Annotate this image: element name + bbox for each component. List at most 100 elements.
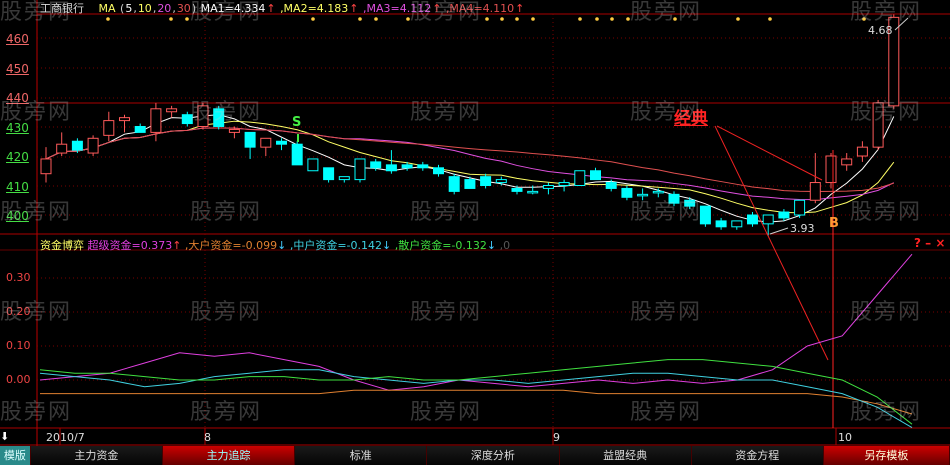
watermark: 股旁网: [0, 100, 73, 125]
candle-body: [56, 143, 68, 154]
event-dot: [768, 17, 772, 21]
candle-body: [307, 158, 319, 172]
price-tick-label: 410: [6, 179, 29, 194]
sep: ,: [172, 2, 176, 15]
tab-yimeng-classic[interactable]: 益盟经典: [559, 446, 692, 465]
candle-body: [87, 137, 99, 154]
ma-period-10: 10: [137, 2, 152, 15]
help-button[interactable]: ?: [914, 236, 921, 250]
retail-funds-value: ,散户资金=-0.132: [391, 239, 487, 252]
watermark: 股旁网: [190, 300, 263, 325]
event-dot: [610, 17, 614, 21]
watermark: 股旁网: [190, 100, 263, 125]
annotation-arrow: [716, 125, 823, 181]
candle-body: [778, 211, 790, 219]
up-arrow-icon: ↑: [515, 2, 525, 15]
candle-body: [354, 158, 366, 181]
candle-body: [825, 155, 837, 184]
extra-value: ,0: [496, 239, 511, 252]
watermark: 股旁网: [0, 200, 73, 225]
super-funds-value: 超级资金=0.373: [84, 239, 173, 252]
event-dot: [578, 17, 582, 21]
watermark: 股旁网: [630, 0, 703, 25]
candle-body: [809, 182, 821, 201]
tab-main-tracking[interactable]: 主力追踪: [162, 446, 296, 465]
watermark: 股旁网: [0, 0, 73, 25]
candle-body: [228, 128, 240, 133]
candle-body: [542, 185, 554, 189]
watermark: 股旁网: [0, 400, 73, 425]
indicator-tick-label: 0.10: [6, 339, 31, 352]
event-dot: [169, 17, 173, 21]
candle-body: [417, 164, 429, 169]
watermark: 股旁网: [0, 300, 73, 325]
watermark: 股旁网: [410, 200, 483, 225]
watermark: 股旁网: [630, 300, 703, 325]
low-price-label: 3.93: [790, 222, 815, 235]
watermark: 股旁网: [410, 400, 483, 425]
event-dot: [500, 17, 504, 21]
watermark: 股旁网: [630, 200, 703, 225]
sell-signal: S: [292, 115, 302, 130]
candle-body: [715, 220, 727, 228]
candle-body: [590, 170, 601, 181]
sep: ,: [152, 2, 157, 15]
down-arrow-icon: ↓: [486, 239, 497, 252]
candle-body: [338, 176, 350, 181]
scroll-down-icon[interactable]: ⬇: [0, 430, 9, 443]
up-arrow-icon: ↑: [266, 2, 276, 15]
event-dot: [374, 17, 378, 21]
date-label: 10: [838, 431, 852, 444]
price-tick-label: 460: [6, 32, 29, 46]
price-tick-label: 450: [6, 61, 29, 76]
up-arrow-icon: ↑: [349, 2, 359, 15]
watermark: 股旁网: [410, 300, 483, 325]
candle-body: [385, 164, 397, 172]
ma-period-30: 30: [176, 2, 191, 15]
candle-body: [652, 190, 664, 194]
watermark: 股旁网: [410, 100, 483, 125]
close-button[interactable]: ×: [935, 236, 945, 250]
annotation-arrow: [714, 125, 829, 361]
indicator-tick-label: 0.30: [6, 271, 31, 284]
watermark: 股旁网: [410, 0, 483, 25]
candle-body: [605, 182, 617, 189]
indicator-tick-label: 0.00: [6, 373, 31, 386]
candle-body: [731, 220, 743, 228]
big-funds-value: ,大户资金=-0.099: [181, 239, 278, 252]
event-dot: [106, 17, 110, 21]
candle-body: [71, 140, 83, 151]
event-dot: [531, 17, 535, 21]
minimize-button[interactable]: –: [925, 236, 931, 250]
ma-label: MA: [98, 2, 116, 15]
tab-funds-equation[interactable]: 资金方程: [691, 446, 824, 465]
candle-body: [495, 179, 507, 184]
candle-body: [244, 131, 256, 148]
candle-body: [40, 158, 52, 175]
down-arrow-icon: ↓: [277, 239, 287, 252]
candle-body: [150, 108, 162, 133]
tab-main-funds[interactable]: 主力资金: [30, 446, 163, 465]
tab-template[interactable]: 模版: [0, 446, 31, 465]
candle-body: [511, 187, 523, 192]
candle-body: [134, 126, 146, 133]
watermark: 股旁网: [190, 200, 263, 225]
watermark: 股旁网: [630, 400, 703, 425]
tab-save-template[interactable]: 另存模板: [823, 446, 950, 465]
candle-body: [448, 176, 460, 192]
ma-period-5: 5: [125, 2, 133, 15]
candle-body: [119, 117, 130, 122]
candle-body: [464, 179, 476, 189]
watermark: 股旁网: [850, 0, 923, 25]
event-dot: [595, 17, 599, 21]
candle-body: [558, 182, 570, 187]
buy-signal: B: [829, 216, 839, 231]
date-label: 2010/7: [46, 431, 85, 444]
tab-depth-analysis[interactable]: 深度分析: [427, 446, 560, 465]
candle-body: [527, 190, 539, 194]
ma-paren: (: [116, 2, 125, 15]
candle-body: [433, 167, 444, 175]
tab-standard[interactable]: 标准: [295, 446, 428, 465]
pane-controls: ? – ×: [914, 236, 945, 250]
indicator-name[interactable]: 资金博弈: [40, 239, 84, 252]
